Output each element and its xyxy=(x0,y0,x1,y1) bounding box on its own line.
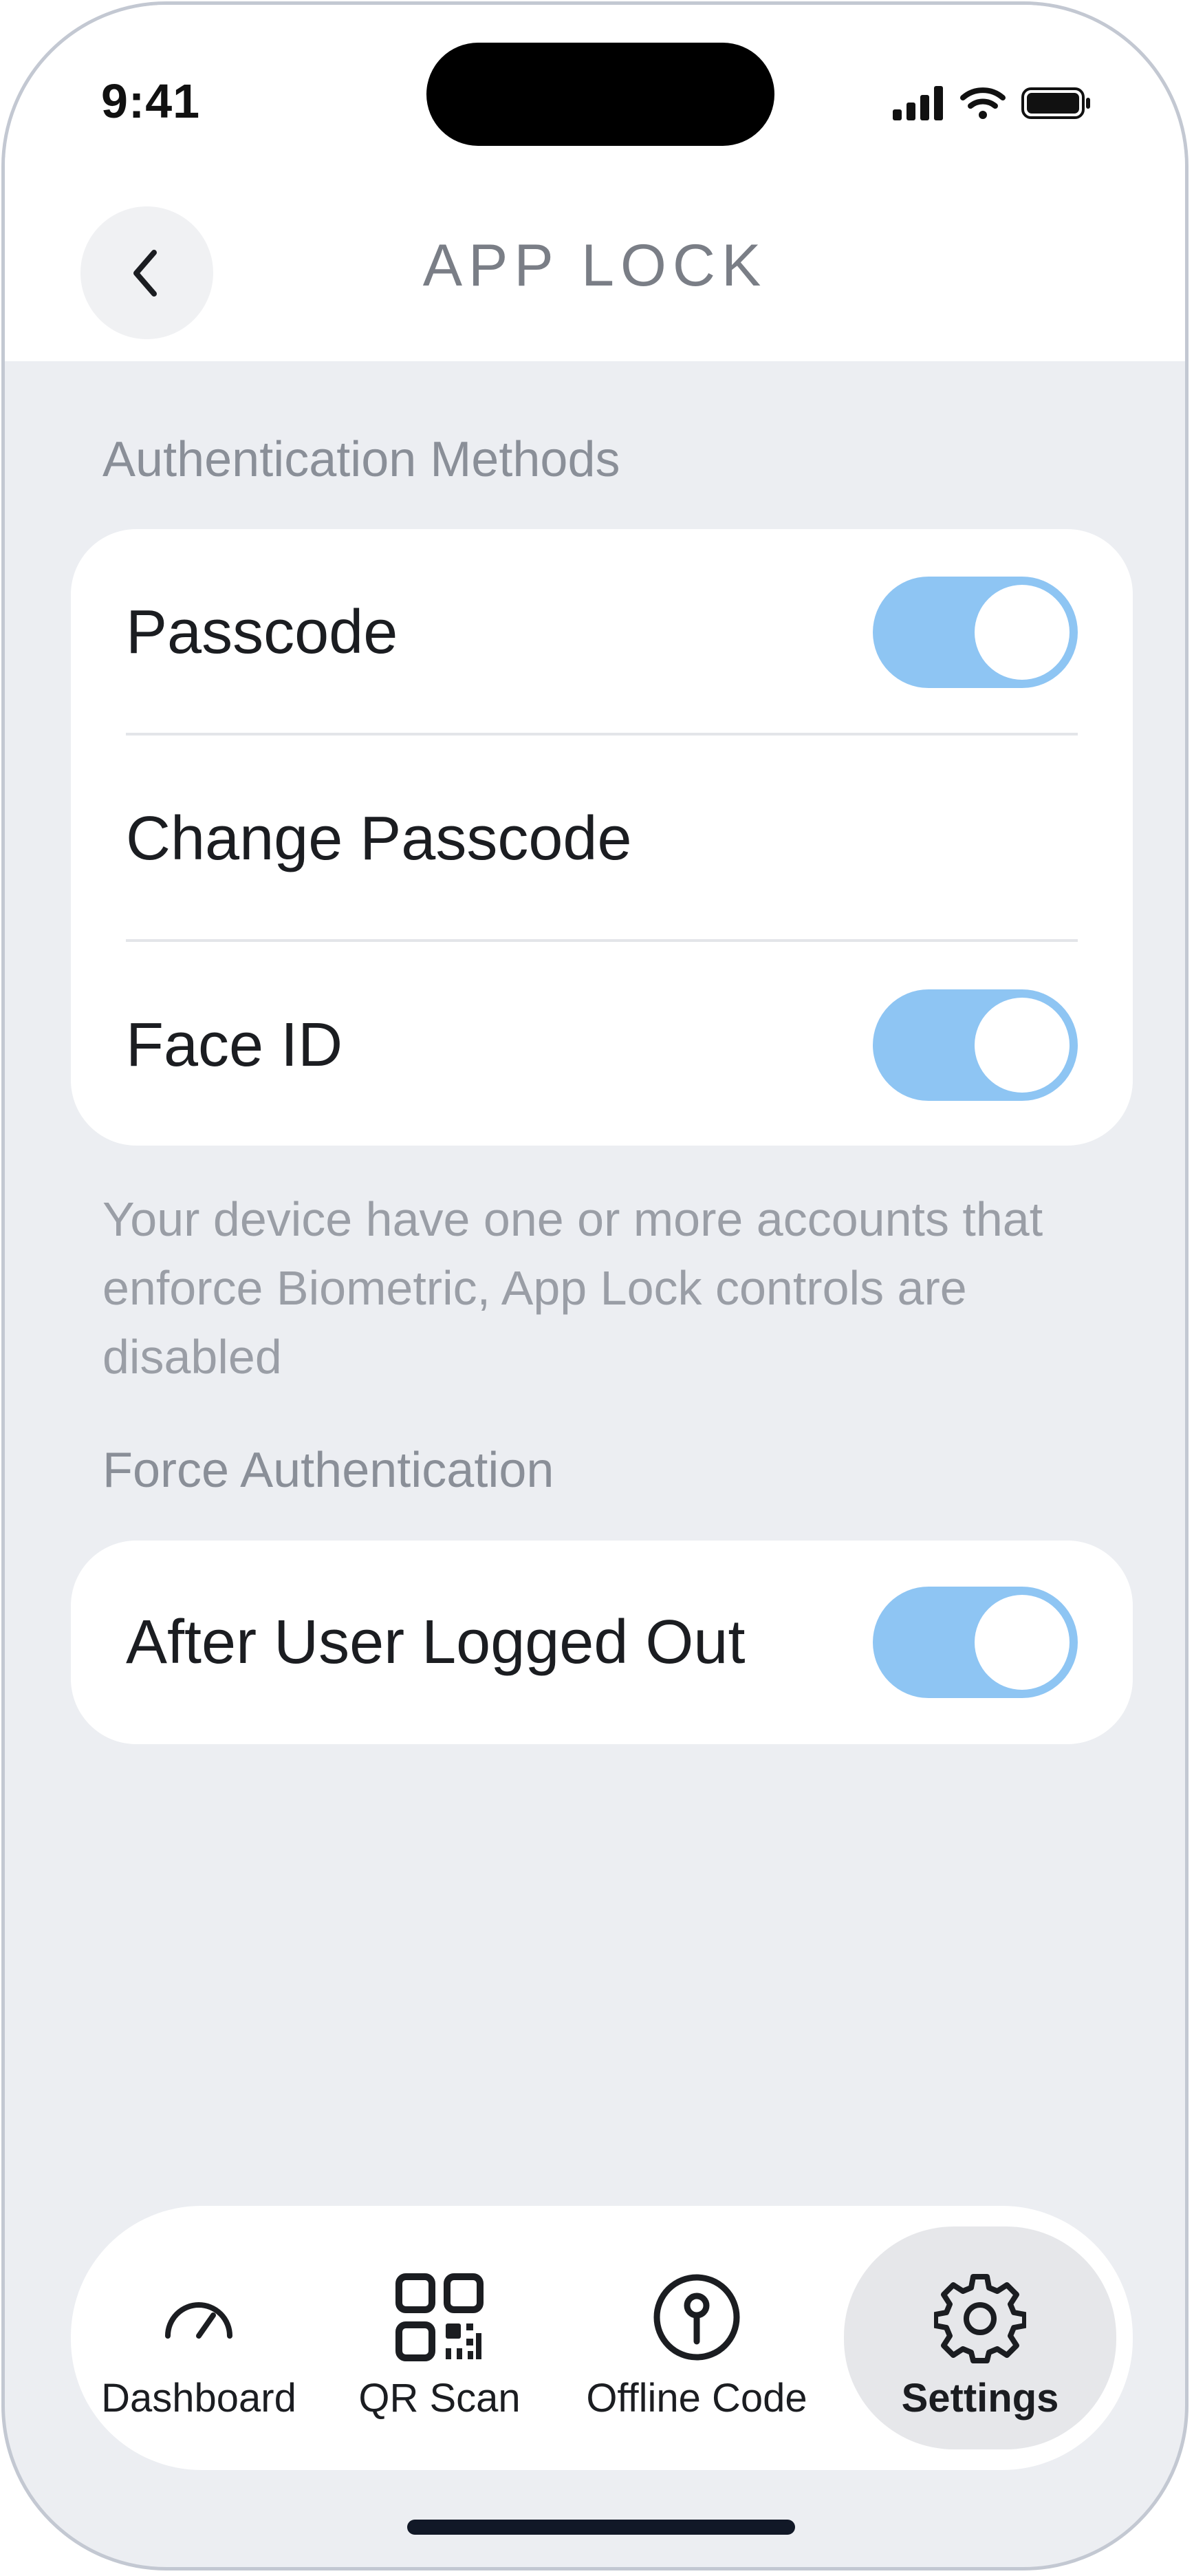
after-logout-label: After User Logged Out xyxy=(126,1607,746,1677)
face-id-label: Face ID xyxy=(126,1010,343,1080)
tab-qr-scan[interactable]: QR Scan xyxy=(336,2226,543,2449)
battery-icon xyxy=(1021,87,1090,119)
toggle-knob xyxy=(975,1595,1070,1690)
change-passcode-row[interactable]: Change Passcode xyxy=(126,736,1078,942)
gauge-icon xyxy=(165,2302,232,2339)
qr-code-icon xyxy=(395,2273,484,2361)
toggle-knob xyxy=(975,585,1070,680)
tab-bar: Dashboard QR Scan Offline Code Settings xyxy=(71,2206,1133,2470)
tab-label: QR Scan xyxy=(358,2376,521,2421)
force-authentication-card: After User Logged Out xyxy=(71,1541,1133,1744)
after-logout-toggle[interactable] xyxy=(873,1587,1078,1698)
after-logout-row[interactable]: After User Logged Out xyxy=(126,1541,1078,1744)
gear-icon xyxy=(934,2274,1026,2363)
section-label-force-authentication: Force Authentication xyxy=(102,1443,554,1498)
wifi-icon xyxy=(960,87,1006,119)
dynamic-island xyxy=(426,43,774,146)
face-id-row[interactable]: Face ID xyxy=(126,942,1078,1148)
status-time: 9:41 xyxy=(101,74,201,128)
phone-frame: 9:41 APP LOCK Authentication Methods Pas… xyxy=(1,1,1188,2570)
tab-label: Offline Code xyxy=(586,2376,807,2421)
section-label-authentication: Authentication Methods xyxy=(102,432,620,487)
tab-label: Dashboard xyxy=(101,2376,296,2421)
toggle-knob xyxy=(975,998,1070,1093)
tab-dashboard[interactable]: Dashboard xyxy=(96,2226,302,2449)
change-passcode-label: Change Passcode xyxy=(126,804,632,873)
top-bar: 9:41 APP LOCK xyxy=(5,5,1185,361)
passcode-toggle[interactable] xyxy=(873,577,1078,688)
key-circle-icon xyxy=(653,2274,740,2361)
authentication-card: Passcode Change Passcode Face ID xyxy=(71,529,1133,1146)
home-indicator xyxy=(407,2520,795,2535)
tab-settings[interactable]: Settings xyxy=(844,2226,1116,2449)
page-title: APP LOCK xyxy=(422,233,768,299)
biometric-note: Your device have one or more accounts th… xyxy=(102,1192,1043,1384)
tab-offline-code[interactable]: Offline Code xyxy=(580,2226,814,2449)
passcode-label: Passcode xyxy=(126,597,398,667)
status-icons xyxy=(893,86,1092,120)
signal-icon xyxy=(893,86,943,120)
passcode-row[interactable]: Passcode xyxy=(126,529,1078,736)
face-id-toggle[interactable] xyxy=(873,989,1078,1101)
tab-label: Settings xyxy=(901,2376,1059,2421)
